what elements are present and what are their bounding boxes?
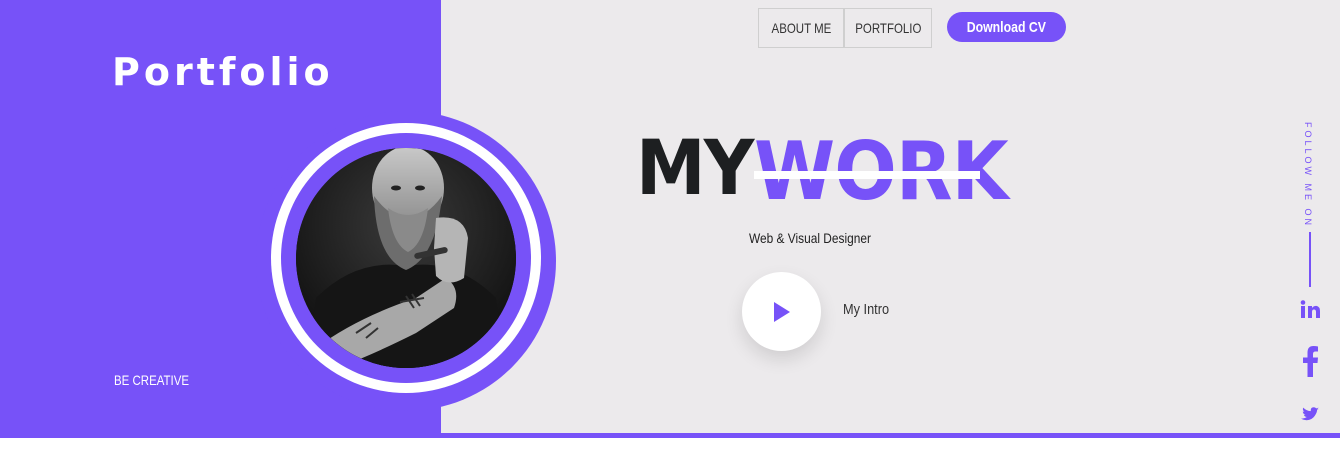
facebook-icon[interactable] xyxy=(1298,344,1322,378)
play-icon xyxy=(773,301,790,322)
follow-me-text: FOLLOW ME ON xyxy=(1303,122,1313,229)
about-me-button[interactable]: ABOUT ME xyxy=(758,8,844,48)
title-strike-line xyxy=(754,171,980,179)
tagline: BE CREATIVE xyxy=(114,372,190,388)
twitter-icon[interactable] xyxy=(1298,404,1322,424)
bottom-accent-bar xyxy=(0,433,1340,438)
download-cv-button[interactable]: Download CV xyxy=(947,12,1066,42)
follow-divider xyxy=(1309,232,1311,287)
brand-title: Portfolio xyxy=(112,50,334,94)
intro-label: My Intro xyxy=(843,301,890,318)
hero-subtitle: Web & Visual Designer xyxy=(749,230,871,246)
portfolio-button[interactable]: PORTFOLIO xyxy=(844,8,932,48)
portfolio-label: PORTFOLIO xyxy=(854,20,922,36)
play-intro-button[interactable] xyxy=(742,272,821,351)
download-cv-label: Download CV xyxy=(966,18,1047,36)
linkedin-icon[interactable] xyxy=(1298,298,1322,320)
hero-section: Portfolio BE CREATIVE ABOUT ME PORTFOLIO… xyxy=(0,0,1340,438)
about-me-label: ABOUT ME xyxy=(771,20,831,36)
hero-word-my: MY xyxy=(636,123,754,212)
profile-photo xyxy=(296,148,516,368)
